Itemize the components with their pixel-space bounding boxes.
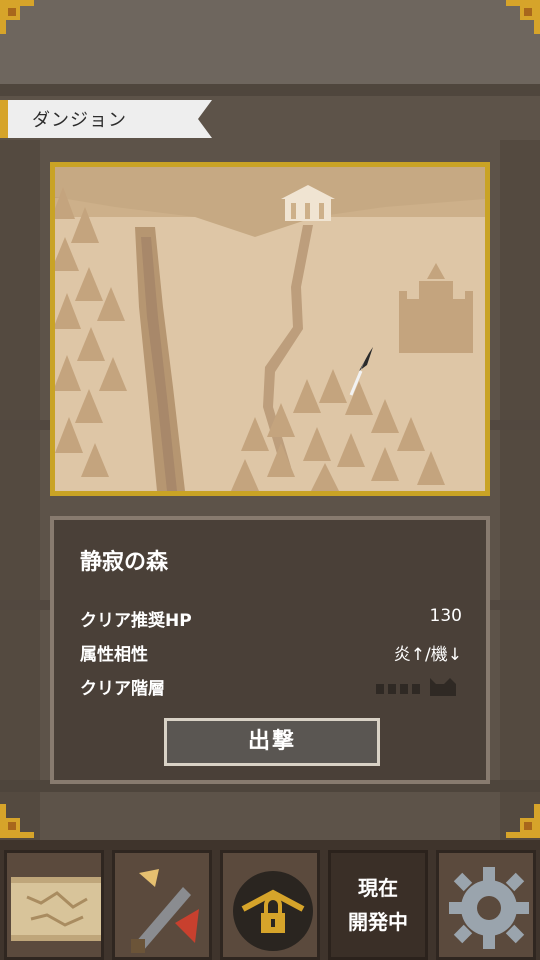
corner-ornament-icon <box>0 0 34 34</box>
floor-marker <box>412 684 420 694</box>
dungeon-info-panel: 静寂の森 クリア推奨HP 130 属性相性 炎↑/機↓ クリア階層 出撃 <box>50 516 490 784</box>
floor-marker <box>388 684 396 694</box>
top-bar-shadow <box>0 84 540 96</box>
boss-floor-icon <box>430 678 456 696</box>
corner-ornament-icon <box>0 804 34 838</box>
sword-upgrade-icon <box>131 869 199 953</box>
nav-equipment-button[interactable] <box>112 850 212 960</box>
element-affinity-value: 炎↑/機↓ <box>393 645 462 665</box>
section-tab-label: ダンジョン <box>32 110 127 131</box>
bottom-nav: 現在 開発中 <box>0 840 540 960</box>
gear-icon <box>449 867 529 949</box>
map-illustration <box>55 167 485 491</box>
floor-marker <box>376 684 384 694</box>
map-scroll-icon <box>11 877 101 941</box>
section-tab-dungeon: ダンジョン <box>0 100 212 138</box>
floor-marker <box>400 684 408 694</box>
sortie-button[interactable]: 出撃 <box>164 718 380 766</box>
corner-ornament-icon <box>506 0 540 34</box>
in-development-line-2: 開発中 <box>348 910 408 934</box>
nav-settings-button[interactable] <box>436 850 536 960</box>
recommended-hp-value: 130 <box>429 606 462 626</box>
locked-bag-icon <box>233 871 313 951</box>
nav-in-development: 現在 開発中 <box>328 850 428 960</box>
nav-locked-button[interactable] <box>220 850 320 960</box>
cleared-floors-label: クリア階層 <box>80 679 165 699</box>
in-development-line-1: 現在 <box>358 876 398 900</box>
dungeon-name: 静寂の森 <box>80 550 169 575</box>
cleared-floors-progress <box>376 678 456 696</box>
recommended-hp-label: クリア推奨HP <box>80 611 192 631</box>
nav-map-button[interactable] <box>4 850 104 960</box>
corner-ornament-icon <box>506 804 540 838</box>
dungeon-map[interactable] <box>50 162 490 496</box>
element-affinity-label: 属性相性 <box>80 645 148 665</box>
top-bar <box>0 0 540 84</box>
